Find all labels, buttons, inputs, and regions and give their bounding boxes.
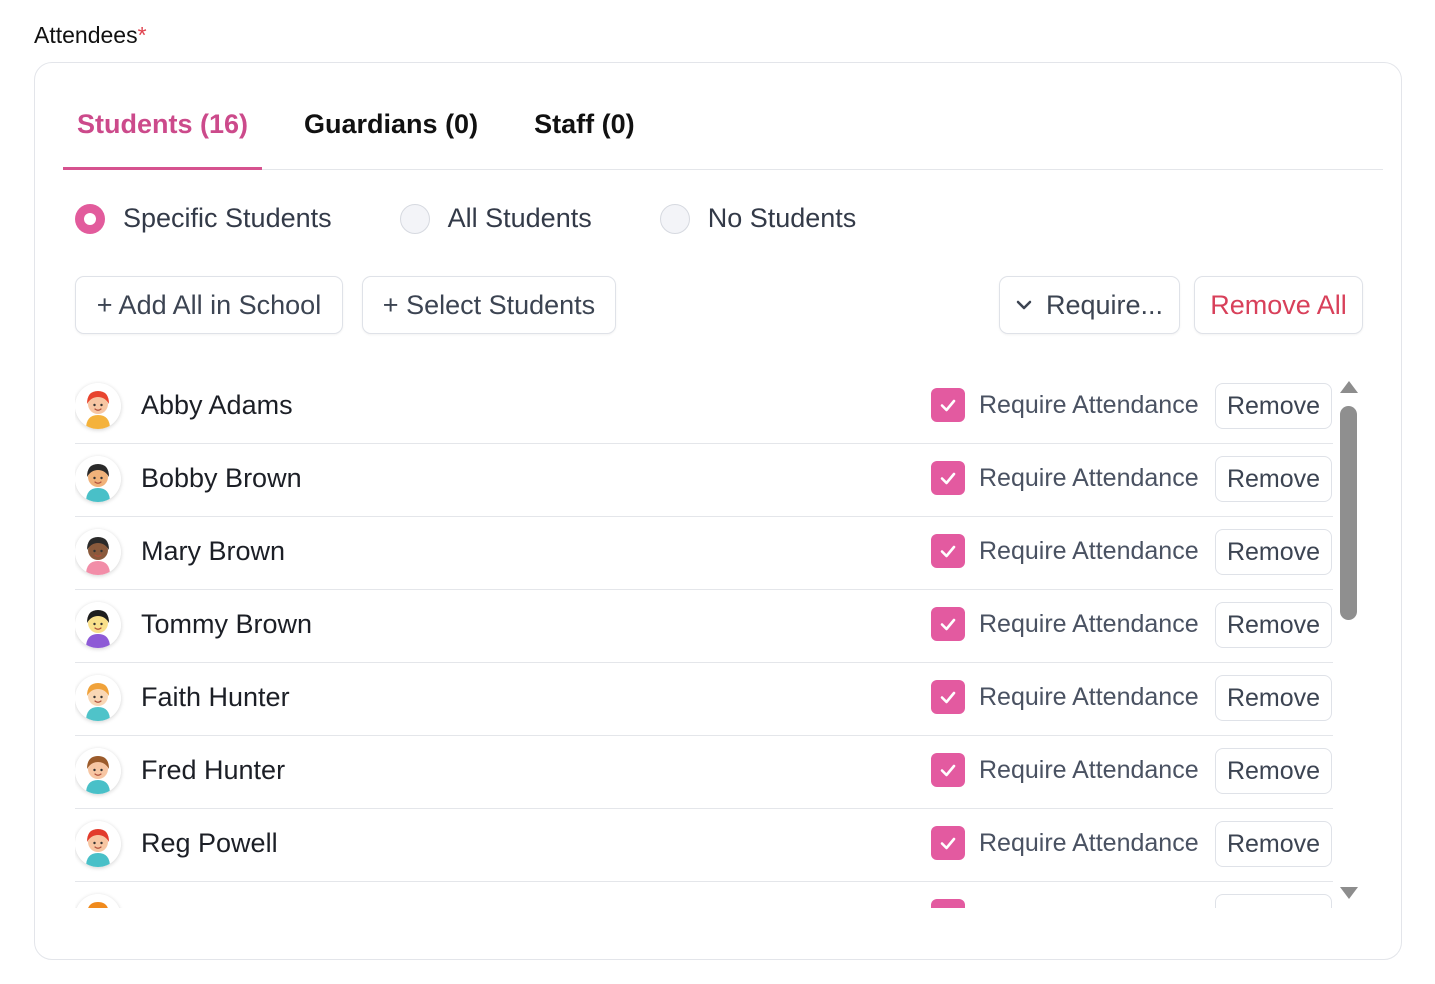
remove-student-button[interactable]: Remove <box>1215 821 1332 867</box>
student-avatar <box>75 675 121 721</box>
student-row: Mary Brown Require Attendance Remove <box>75 517 1333 590</box>
radio-label-specific: Specific Students <box>123 203 332 233</box>
student-name: Mary Brown <box>141 536 286 566</box>
remove-student-button[interactable]: Remove <box>1215 675 1332 721</box>
checkmark-icon <box>940 472 956 485</box>
radio-specific-students[interactable]: Specific Students <box>75 203 332 234</box>
radio-label-all: All Students <box>447 203 592 233</box>
student-avatar-icon <box>75 748 121 794</box>
require-attendance-label: Require Attendance <box>979 829 1199 857</box>
attendees-card: Students (16) Guardians (0) Staff (0) Sp… <box>34 62 1402 960</box>
student-avatar-icon <box>75 675 121 721</box>
remove-student-button[interactable]: Remove <box>1215 383 1332 429</box>
student-avatar <box>75 821 121 867</box>
checkmark-icon <box>940 837 956 850</box>
student-name: Fred Hunter <box>141 755 286 785</box>
student-avatar-icon <box>75 456 121 502</box>
student-name: Abby Adams <box>141 390 293 420</box>
checkmark-icon <box>940 691 956 704</box>
require-attendance-checkbox[interactable] <box>931 534 965 568</box>
attendees-label: Attendees* <box>34 22 147 48</box>
require-attendance-checkbox[interactable] <box>931 899 965 908</box>
require-attendance-checkbox[interactable] <box>931 388 965 422</box>
tab-staff[interactable]: Staff (0) <box>520 99 649 159</box>
require-attendance-label: Require Attendance <box>979 683 1199 711</box>
chevron-down-icon <box>1016 300 1032 310</box>
tab-guardians[interactable]: Guardians (0) <box>290 99 492 159</box>
student-row: Fred Hunter Require Attendance Remove <box>75 736 1333 809</box>
add-all-in-school-button[interactable]: + Add All in School <box>75 276 343 334</box>
student-name: Bobby Brown <box>141 463 302 493</box>
student-avatar <box>75 894 121 908</box>
student-row: Bobby Brown Require Attendance Remove <box>75 444 1333 517</box>
student-scope-radios: Specific Students All Students No Studen… <box>75 203 924 234</box>
radio-label-none: No Students <box>707 203 857 233</box>
scroll-up-arrow-icon[interactable] <box>1340 381 1358 393</box>
student-avatar <box>75 456 121 502</box>
student-row: Faith Hunter Require Attendance Remove <box>75 663 1333 736</box>
remove-all-button[interactable]: Remove All <box>1194 276 1363 334</box>
checkmark-icon <box>938 906 958 908</box>
require-attendance-checkbox[interactable] <box>931 826 965 860</box>
checkmark-icon <box>940 545 956 558</box>
tab-students[interactable]: Students (16) <box>63 99 263 170</box>
student-avatar <box>75 529 121 575</box>
checkmark-icon <box>940 618 956 631</box>
scrollbar-thumb[interactable] <box>1340 406 1357 620</box>
require-dropdown-label: Require... <box>1045 289 1164 320</box>
student-avatar-icon <box>75 383 121 429</box>
require-attendance-checkbox[interactable] <box>931 607 965 641</box>
require-attendance-checkbox[interactable] <box>931 753 965 787</box>
student-avatar-icon <box>76 894 120 908</box>
student-name: Reg Powell <box>141 828 278 858</box>
require-attendance-label: Require Attendance <box>979 610 1199 638</box>
remove-student-button[interactable]: Remove <box>1215 602 1332 648</box>
student-row: Tommy Brown Require Attendance Remove <box>75 590 1333 663</box>
student-avatar <box>75 383 121 429</box>
radio-no-students[interactable]: No Students <box>659 203 857 234</box>
checkmark-icon <box>940 399 956 412</box>
student-avatar-icon <box>75 602 121 648</box>
radio-circle-checked[interactable] <box>75 203 105 234</box>
remove-student-button[interactable]: Remove <box>1215 456 1332 502</box>
require-attendance-label: Require Attendance <box>979 537 1199 565</box>
student-avatar <box>75 748 121 794</box>
radio-circle[interactable] <box>399 203 430 234</box>
required-asterisk: * <box>137 22 147 48</box>
remove-student-button[interactable] <box>1215 894 1332 908</box>
require-attendance-checkbox[interactable] <box>931 680 965 714</box>
require-dropdown-button[interactable]: Require... <box>999 276 1180 334</box>
checkmark-icon <box>940 764 956 777</box>
require-attendance-label: Require Attendance <box>979 391 1199 419</box>
scroll-down-arrow-icon[interactable] <box>1340 887 1358 899</box>
student-avatar-icon <box>75 821 121 867</box>
attendee-tabs: Students (16) Guardians (0) Staff (0) <box>63 99 1383 170</box>
student-avatar <box>75 602 121 648</box>
student-row: Abby Adams Require Attendance Remove <box>75 371 1333 444</box>
radio-circle[interactable] <box>659 203 690 234</box>
remove-student-button[interactable]: Remove <box>1215 529 1332 575</box>
student-row <box>75 882 1333 908</box>
remove-student-button[interactable]: Remove <box>1215 748 1332 794</box>
student-row: Reg Powell Require Attendance Remove <box>75 809 1333 882</box>
radio-all-students[interactable]: All Students <box>399 203 592 234</box>
student-name: Tommy Brown <box>141 609 313 639</box>
require-attendance-label: Require Attendance <box>979 756 1199 784</box>
student-avatar-icon <box>75 529 121 575</box>
student-name: Faith Hunter <box>141 682 290 712</box>
select-students-button[interactable]: + Select Students <box>362 276 616 334</box>
student-list: Abby Adams Require Attendance Remove Bobby … <box>75 371 1375 908</box>
require-attendance-label: Require Attendance <box>979 464 1199 492</box>
require-attendance-checkbox[interactable] <box>931 461 965 495</box>
